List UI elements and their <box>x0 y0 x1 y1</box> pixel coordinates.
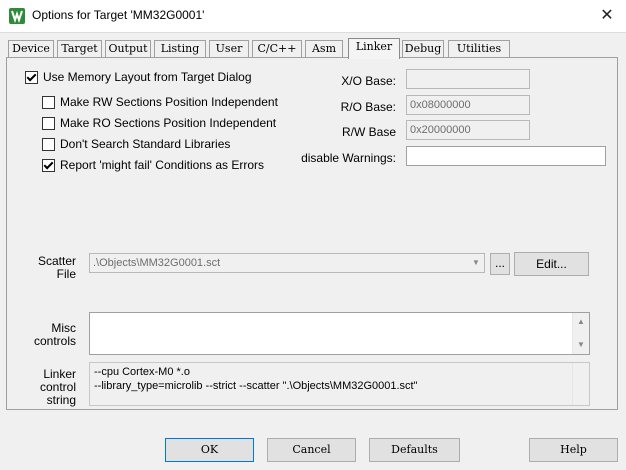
scroll-down-icon[interactable]: ▼ <box>573 338 589 352</box>
scatter-label-1: Scatter <box>37 254 76 268</box>
misc-label-2: controls <box>33 334 76 348</box>
window-title: Options for Target 'MM32G0001' <box>32 8 205 22</box>
tab-asm[interactable]: Asm <box>305 40 343 57</box>
control-string-label-3: string <box>46 393 76 407</box>
tab-user[interactable]: User <box>209 40 249 57</box>
control-string-label-2: control <box>39 380 76 394</box>
checkbox-box <box>25 71 38 84</box>
tab-strip: Device Target Output Listing User C/C++ … <box>8 38 618 59</box>
ro-independent-checkbox[interactable]: Make RO Sections Position Independent <box>42 116 302 132</box>
ok-button[interactable]: OK <box>165 438 254 462</box>
checkbox-label: Use Memory Layout from Target Dialog <box>43 70 252 84</box>
tab-device[interactable]: Device <box>8 40 54 57</box>
tab-linker[interactable]: Linker <box>348 38 400 59</box>
scatter-file-value: .\Objects\MM32G0001.sct <box>93 257 221 269</box>
defaults-button[interactable]: Defaults <box>369 438 460 462</box>
rw-base-field[interactable]: 0x20000000 <box>406 120 530 140</box>
checkbox-label: Report 'might fail' Conditions as Errors <box>60 158 264 172</box>
control-string-line-2: --library_type=microlib --strict --scatt… <box>94 380 418 392</box>
help-button[interactable]: Help <box>529 438 618 462</box>
misc-label-1: Misc <box>51 321 76 335</box>
close-icon[interactable]: ✕ <box>594 4 620 28</box>
keil-app-icon <box>9 8 25 24</box>
ro-base-field[interactable]: 0x08000000 <box>406 95 530 115</box>
rw-independent-checkbox[interactable]: Make RW Sections Position Independent <box>42 95 302 111</box>
misc-controls-input[interactable]: ▲ ▼ <box>89 312 590 355</box>
checkbox-box <box>42 96 55 109</box>
tab-utilities[interactable]: Utilities <box>448 40 510 57</box>
scatter-file-combo[interactable]: .\Objects\MM32G0001.sct ▼ <box>89 253 485 273</box>
tab-listing[interactable]: Listing <box>154 40 206 57</box>
might-fail-errors-checkbox[interactable]: Report 'might fail' Conditions as Errors <box>42 158 302 174</box>
title-bar: Options for Target 'MM32G0001' ✕ <box>0 0 626 33</box>
control-string-line-1: --cpu Cortex-M0 *.o <box>94 366 190 378</box>
checkbox-label: Don't Search Standard Libraries <box>60 137 231 151</box>
checkbox-box <box>42 159 55 172</box>
cancel-button[interactable]: Cancel <box>267 438 356 462</box>
xo-base-label: X/O Base: <box>341 74 396 88</box>
xo-base-field[interactable] <box>406 69 530 89</box>
checkbox-box <box>42 117 55 130</box>
rw-base-label: R/W Base <box>341 125 396 139</box>
linker-control-string: --cpu Cortex-M0 *.o --library_type=micro… <box>89 362 590 406</box>
scatter-label-2: File <box>56 267 76 281</box>
scroll-up-icon[interactable]: ▲ <box>573 315 589 329</box>
tab-debug[interactable]: Debug <box>402 40 444 57</box>
dont-search-std-libs-checkbox[interactable]: Don't Search Standard Libraries <box>42 137 302 153</box>
checkbox-label: Make RW Sections Position Independent <box>60 95 278 109</box>
tab-output[interactable]: Output <box>105 40 151 57</box>
misc-scrollbar[interactable]: ▲ ▼ <box>572 313 589 354</box>
disable-warnings-field[interactable] <box>406 146 606 166</box>
disable-warnings-label: disable Warnings: <box>301 151 396 165</box>
tab-target[interactable]: Target <box>57 40 102 57</box>
use-memory-layout-checkbox[interactable]: Use Memory Layout from Target Dialog <box>25 70 295 86</box>
checkbox-label: Make RO Sections Position Independent <box>60 116 277 130</box>
scatter-browse-button[interactable]: ... <box>490 253 510 275</box>
scatter-edit-button[interactable]: Edit... <box>514 252 589 276</box>
tab-cc[interactable]: C/C++ <box>252 40 302 57</box>
chevron-down-icon[interactable]: ▼ <box>469 255 483 271</box>
ro-base-label: R/O Base: <box>340 100 396 114</box>
control-string-label-1: Linker <box>43 367 76 381</box>
checkbox-box <box>42 138 55 151</box>
control-string-scrollbar[interactable] <box>572 363 589 405</box>
